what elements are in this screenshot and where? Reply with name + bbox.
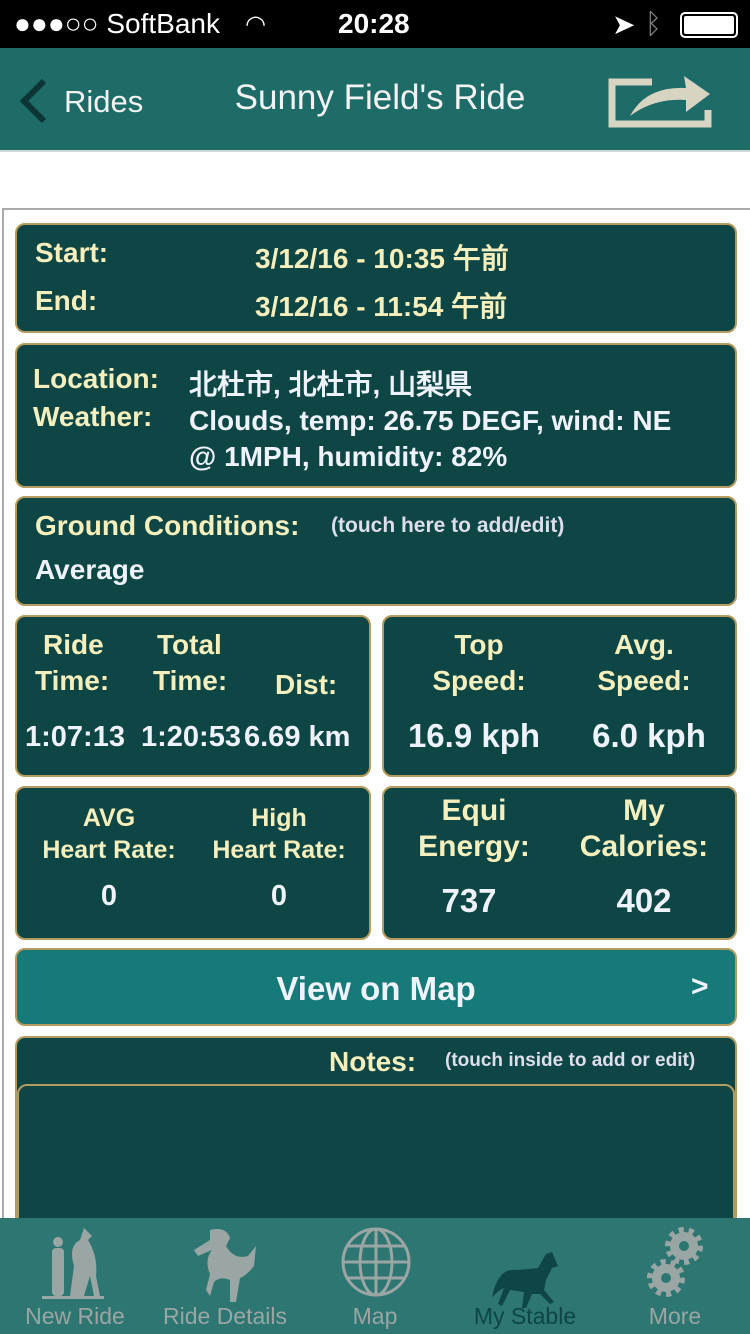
equi-energy-label: Equi bbox=[441, 794, 507, 827]
top-speed-label-2: Speed: bbox=[432, 665, 526, 696]
chevron-right-icon: > bbox=[691, 970, 709, 1003]
tab-label: New Ride bbox=[25, 1303, 125, 1329]
wifi-icon: ◠ bbox=[245, 11, 266, 38]
notes-hint: (touch inside to add or edit) bbox=[445, 1050, 696, 1071]
end-value: 3/12/16 - 11:54 午前 bbox=[255, 291, 508, 322]
location-value: 北杜市, 北杜市, 山梨県 bbox=[189, 369, 473, 400]
bluetooth-icon: ᛒ bbox=[645, 8, 662, 39]
tab-label: More bbox=[648, 1303, 702, 1329]
speed-panel: Top Speed: Avg. Speed: 16.9 kph 6.0 kph bbox=[382, 615, 737, 777]
calories-label-2: Calories: bbox=[579, 830, 709, 863]
tab-label: Map bbox=[352, 1303, 398, 1329]
tab-new-ride[interactable]: New Ride bbox=[0, 1218, 150, 1334]
tab-bar: New Ride Ride Details Map My Stable More bbox=[0, 1218, 750, 1334]
energy-panel: Equi Energy: My Calories: 737 402 bbox=[382, 786, 737, 940]
rearing-horse-icon bbox=[194, 1229, 256, 1302]
distance-value: 6.69 km bbox=[244, 721, 351, 753]
end-label: End: bbox=[35, 285, 98, 316]
view-on-map-label: View on Map bbox=[276, 970, 476, 1007]
back-label: Rides bbox=[64, 84, 144, 119]
ground-label: Ground Conditions: bbox=[35, 510, 300, 541]
back-button[interactable]: Rides bbox=[14, 74, 164, 128]
nav-bar: Rides Sunny Field's Ride bbox=[0, 48, 750, 152]
equi-energy-value: 737 bbox=[441, 882, 497, 919]
avg-heart-label-2: Heart Rate: bbox=[42, 836, 176, 864]
location-icon: ➤ bbox=[612, 9, 636, 40]
tab-ride-details[interactable]: Ride Details bbox=[150, 1218, 300, 1334]
ride-time-label: Ride bbox=[43, 629, 104, 660]
tab-label: Ride Details bbox=[163, 1303, 287, 1329]
weather-value-cont: @ 1MPH, humidity: 82% bbox=[189, 441, 508, 472]
calories-value: 402 bbox=[616, 882, 672, 919]
top-speed-value: 16.9 kph bbox=[407, 717, 541, 754]
tab-map[interactable]: Map bbox=[300, 1218, 450, 1334]
weather-value: Clouds, temp: 26.75 DEGF, wind: NE bbox=[189, 405, 672, 436]
tab-my-stable[interactable]: My Stable bbox=[450, 1218, 600, 1334]
ground-value: Average bbox=[35, 554, 145, 585]
total-time-label-2: Time: bbox=[153, 665, 228, 696]
avg-speed-value: 6.0 kph bbox=[592, 717, 706, 754]
ride-time-label-2: Time: bbox=[35, 665, 110, 696]
carrier: ●●●○○ SoftBank bbox=[14, 8, 220, 39]
clock: 20:28 bbox=[338, 8, 410, 39]
distance-label: Dist: bbox=[275, 669, 338, 700]
rider-horse-icon bbox=[42, 1228, 104, 1299]
gears-icon bbox=[647, 1227, 703, 1297]
chevron-left-icon bbox=[19, 78, 47, 124]
globe-icon bbox=[341, 1227, 411, 1297]
avg-heart-label: AVG bbox=[82, 804, 136, 832]
avg-heart-value: 0 bbox=[100, 880, 118, 912]
high-heart-value: 0 bbox=[270, 880, 288, 912]
share-icon[interactable] bbox=[606, 72, 714, 130]
avg-speed-label-2: Speed: bbox=[597, 665, 691, 696]
calories-label: My bbox=[623, 794, 665, 827]
ride-time-value: 1:07:13 bbox=[25, 721, 125, 753]
ground-conditions-panel[interactable]: Ground Conditions: (touch here to add/ed… bbox=[15, 496, 737, 606]
location-panel: Location: 北杜市, 北杜市, 山梨県 Weather: Clouds,… bbox=[15, 343, 737, 488]
high-heart-label-2: Heart Rate: bbox=[212, 836, 346, 864]
location-label: Location: bbox=[33, 363, 159, 394]
heart-rate-panel: AVG Heart Rate: High Heart Rate: 0 0 bbox=[15, 786, 371, 940]
page-title: Sunny Field's Ride bbox=[234, 78, 526, 117]
time-stats-panel: Ride Time: Total Time: Dist: 1:07:13 1:2… bbox=[15, 615, 371, 777]
total-time-label: Total bbox=[157, 629, 222, 660]
high-heart-label: High bbox=[251, 804, 307, 832]
notes-label: Notes: bbox=[329, 1046, 417, 1077]
ground-hint: (touch here to add/edit) bbox=[331, 514, 565, 537]
view-on-map-button[interactable]: View on Map > bbox=[15, 948, 737, 1026]
times-panel: Start: 3/12/16 - 10:35 午前 End: 3/12/16 -… bbox=[15, 223, 737, 333]
top-speed-label: Top bbox=[454, 629, 504, 660]
equi-energy-label-2: Energy: bbox=[418, 830, 530, 863]
tab-label: My Stable bbox=[473, 1303, 577, 1329]
start-value: 3/12/16 - 10:35 午前 bbox=[255, 243, 509, 274]
total-time-value: 1:20:53 bbox=[141, 721, 241, 753]
start-label: Start: bbox=[35, 237, 109, 268]
weather-label: Weather: bbox=[33, 401, 153, 432]
tab-more[interactable]: More bbox=[600, 1218, 750, 1334]
status-bar: ●●●○○ SoftBank ◠ 20:28 ➤ ᛒ bbox=[0, 0, 750, 48]
battery-icon bbox=[680, 12, 738, 38]
avg-speed-label: Avg. bbox=[614, 629, 674, 660]
ride-details-content: Start: 3/12/16 - 10:35 午前 End: 3/12/16 -… bbox=[2, 208, 750, 1264]
